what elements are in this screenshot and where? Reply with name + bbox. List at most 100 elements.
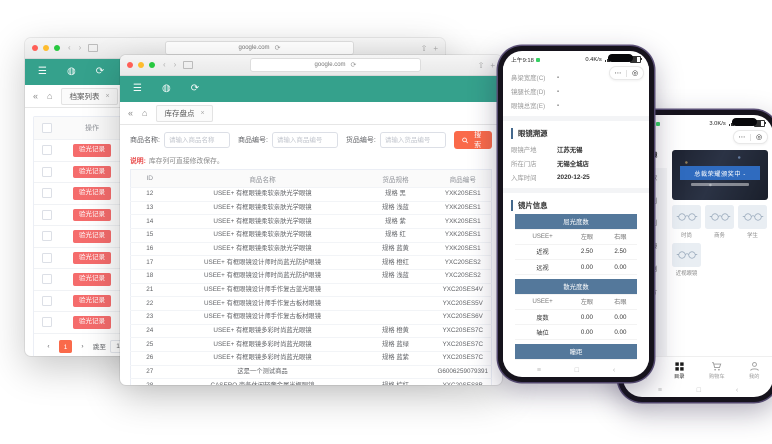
product-card[interactable]: 时尚	[672, 205, 701, 239]
address-bar[interactable]: google.com ⟳	[165, 41, 354, 55]
spec-cell: 规格 浅蓝	[357, 201, 435, 215]
share-icon[interactable]: ⇧	[478, 61, 485, 70]
collapse-tabs-icon[interactable]: «	[128, 108, 133, 118]
optometry-record-button[interactable]: 验光记录	[73, 144, 111, 157]
home-icon[interactable]: ⌂	[47, 91, 52, 101]
globe-icon[interactable]: ◍	[67, 67, 76, 77]
zoom-window-button[interactable]	[149, 62, 155, 68]
home-nav-icon[interactable]: □	[575, 367, 579, 374]
detail-page[interactable]: 鼻梁宽度(C)-镜腿长度(D)-眼镜总宽(E)- 眼镜溯源 眼镜产地江苏无锡所在…	[503, 66, 649, 363]
page-button[interactable]: 1	[59, 340, 72, 353]
id-cell: 17	[131, 256, 169, 270]
row-checkbox[interactable]	[42, 210, 52, 220]
menu-icon[interactable]: ☰	[133, 84, 142, 94]
product-card[interactable]: 近视眼镜	[672, 243, 701, 277]
banner-subtext	[691, 183, 749, 186]
row-checkbox[interactable]	[42, 145, 52, 155]
share-icon[interactable]: ⇧	[421, 44, 428, 53]
filter-bar: 商品名称: 商品编号: 货品编号: 搜索	[130, 131, 492, 149]
sidebar-icon[interactable]	[88, 44, 98, 52]
row-checkbox[interactable]	[42, 317, 52, 327]
close-tab-icon[interactable]: ×	[200, 110, 204, 117]
optometry-record-button[interactable]: 验光记录	[73, 209, 111, 222]
exit-icon[interactable]: ◎	[751, 132, 767, 143]
collapse-tabs-icon[interactable]: «	[33, 91, 38, 101]
table-row: 25USEE+ 有框眼镜多彩时尚蓝光眼镜规格 蓝绿YXC20SES7C	[131, 338, 492, 352]
tab-item-user[interactable]: 我的	[736, 361, 772, 380]
product-code-input[interactable]	[272, 132, 338, 148]
row-checkbox[interactable]	[42, 253, 52, 263]
spec-cell: 规格 紫	[357, 215, 435, 229]
browser-forward-icon[interactable]: ›	[79, 44, 82, 52]
detail-row: 眼镜总宽(E)-	[511, 98, 641, 112]
recents-icon[interactable]: ≡	[537, 367, 541, 374]
goods-code-input[interactable]	[380, 132, 446, 148]
optometry-record-button[interactable]: 验光记录	[73, 230, 111, 243]
promo-banner[interactable]: 总裁荣耀颁奖中 -	[672, 150, 768, 200]
tab-inventory[interactable]: 库存盘点 ×	[156, 105, 212, 122]
value-cell: 0.00	[604, 259, 637, 274]
close-window-button[interactable]	[32, 45, 38, 51]
optometry-record-button[interactable]: 验光记录	[73, 316, 111, 329]
tab-item-grid[interactable]: 目录	[661, 361, 699, 380]
back-nav-icon[interactable]: ‹	[613, 367, 615, 374]
recents-icon[interactable]: ≡	[658, 387, 662, 394]
table-row: 轴位0.000.00	[515, 325, 637, 340]
product-card[interactable]: 商务	[705, 205, 734, 239]
table-row: 17USEE+ 有框眼镜设计师时尚蓝光防护眼镜规格 橙红YXC20SES2	[131, 256, 492, 270]
net-speed-text: 0.4K/s	[585, 57, 601, 63]
next-page-icon[interactable]: ›	[76, 340, 89, 353]
row-checkbox[interactable]	[42, 274, 52, 284]
optometry-record-button[interactable]: 验光记录	[73, 273, 111, 286]
more-icon[interactable]: ⋯	[734, 132, 750, 143]
more-icon[interactable]: ⋯	[610, 68, 626, 79]
product-grid: 时尚商务学生近视眼镜	[672, 205, 768, 277]
home-nav-icon[interactable]: □	[697, 387, 701, 394]
optometry-record-button[interactable]: 验光记录	[73, 187, 111, 200]
row-checkbox[interactable]	[42, 296, 52, 306]
column-header: ID	[131, 170, 169, 188]
product-label: 近视眼镜	[672, 269, 701, 277]
android-nav-bar: ≡ □ ‹	[623, 383, 772, 397]
row-checkbox[interactable]	[42, 167, 52, 177]
refresh-icon[interactable]: ⟳	[191, 84, 199, 94]
reload-icon[interactable]: ⟳	[275, 44, 281, 52]
zoom-window-button[interactable]	[54, 45, 60, 51]
browser-back-icon[interactable]: ‹	[163, 61, 166, 69]
optometry-record-button[interactable]: 验光记录	[73, 166, 111, 179]
address-bar[interactable]: google.com ⟳	[250, 58, 421, 72]
table-row: 16USEE+ 有框眼镜柔软亲肤光学眼镜规格 蓝黄YXK20SES1	[131, 242, 492, 256]
search-button[interactable]: 搜索	[454, 131, 492, 149]
exit-icon[interactable]: ◎	[627, 68, 643, 79]
optometry-record-button[interactable]: 验光记录	[73, 252, 111, 265]
close-tab-icon[interactable]: ×	[105, 93, 109, 100]
browser-forward-icon[interactable]: ›	[174, 61, 177, 69]
tab-item-cart[interactable]: 购物车	[698, 361, 736, 380]
glasses-icon	[709, 212, 731, 222]
reload-icon[interactable]: ⟳	[351, 61, 357, 69]
product-card[interactable]: 学生	[738, 205, 767, 239]
value-cell: 远视	[515, 259, 570, 274]
sidebar-icon[interactable]	[183, 61, 193, 69]
product-name-input[interactable]	[164, 132, 230, 148]
tab-archives[interactable]: 档案列表 ×	[61, 88, 117, 105]
new-tab-icon[interactable]: +	[433, 44, 438, 53]
browser-back-icon[interactable]: ‹	[68, 44, 71, 52]
refresh-icon[interactable]: ⟳	[96, 67, 104, 77]
home-icon[interactable]: ⌂	[142, 108, 147, 118]
back-nav-icon[interactable]: ‹	[736, 387, 738, 394]
new-tab-icon[interactable]: +	[490, 61, 495, 70]
prev-page-icon[interactable]: ‹	[42, 340, 55, 353]
minimize-window-button[interactable]	[43, 45, 49, 51]
globe-icon[interactable]: ◍	[162, 84, 171, 94]
row-checkbox[interactable]	[42, 188, 52, 198]
id-cell: 24	[131, 324, 169, 338]
optometry-record-button[interactable]: 验光记录	[73, 295, 111, 308]
spec-cell: 规格 蓝紫	[357, 352, 435, 366]
product-name-cell: USEE+ 有框眼镜设计师手作复古蓝光眼镜	[169, 283, 357, 297]
close-window-button[interactable]	[127, 62, 133, 68]
minimize-window-button[interactable]	[138, 62, 144, 68]
select-all-checkbox[interactable]	[42, 123, 52, 133]
row-checkbox[interactable]	[42, 231, 52, 241]
menu-icon[interactable]: ☰	[38, 67, 47, 77]
